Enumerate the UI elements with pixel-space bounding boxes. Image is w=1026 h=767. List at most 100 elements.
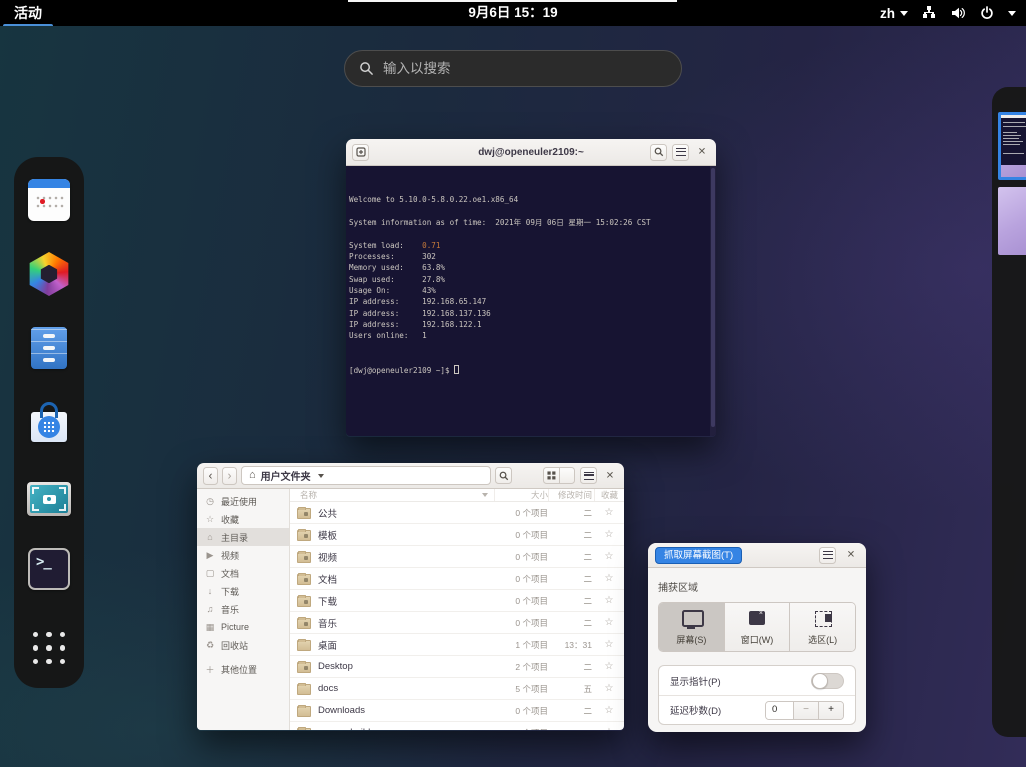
system-menu-chevron-icon[interactable] <box>1008 11 1016 16</box>
capture-mode-selection[interactable]: 选区(L) <box>790 603 855 651</box>
capture-mode-window[interactable]: 窗口(W) <box>725 603 791 651</box>
star-icon[interactable]: ☆ <box>594 617 624 628</box>
file-size: 0 个项目 <box>494 617 548 629</box>
dock-item-screenshot[interactable] <box>27 477 71 516</box>
sidebar-item-trash[interactable]: ♻回收站 <box>197 636 289 654</box>
delay-label: 延迟秒数(D) <box>670 703 721 717</box>
screenshot-close-button[interactable] <box>843 547 859 563</box>
dock-item-app-grid[interactable] <box>27 626 71 670</box>
take-screenshot-button[interactable]: 抓取屏幕截图(T) <box>655 547 742 564</box>
terminal-line: IP address: 192.168.137.136 <box>349 308 708 319</box>
file-row[interactable]: Desktop2 个项目二☆ <box>290 656 624 678</box>
sidebar-item-music[interactable]: ♫音乐 <box>197 600 289 618</box>
path-bar[interactable]: ⌂ 用户文件夹 <box>241 466 491 485</box>
sidebar-item-video[interactable]: ▶视频 <box>197 546 289 564</box>
capture-mode-screen[interactable]: 屏幕(S) <box>659 603 725 651</box>
activities-button[interactable]: 活动 <box>0 0 56 26</box>
terminal-line <box>349 183 708 194</box>
search-input[interactable] <box>383 61 667 76</box>
sidebar-item-home[interactable]: ⌂主目录 <box>197 528 289 546</box>
column-header-starred[interactable]: 收藏 <box>594 489 624 501</box>
document-icon: ▢ <box>205 568 215 579</box>
star-icon[interactable]: ☆ <box>594 573 624 584</box>
sidebar-item-other-locations[interactable]: ＋其他位置 <box>197 660 289 678</box>
language-indicator[interactable]: zh <box>880 6 908 21</box>
terminal-content[interactable]: Welcome to 5.10.0-5.8.0.22.oe1.x86_64 Sy… <box>346 166 716 436</box>
show-pointer-toggle[interactable] <box>811 673 844 689</box>
dock-item-software[interactable] <box>27 400 71 444</box>
file-row[interactable]: 视频0 个项目二☆ <box>290 546 624 568</box>
sidebar-item-photo[interactable]: ▦Picture <box>197 618 289 636</box>
terminal-window-preview[interactable]: dwj@openeuler2109:~ Welcome to 5.10.0-5.… <box>346 139 716 437</box>
terminal-close-button[interactable] <box>694 144 710 160</box>
file-row[interactable]: 音乐0 个项目二☆ <box>290 612 624 634</box>
sidebar-item-document[interactable]: ▢文档 <box>197 564 289 582</box>
files-close-button[interactable] <box>602 468 618 484</box>
star-icon[interactable]: ☆ <box>594 639 624 650</box>
terminal-scrollbar[interactable] <box>710 166 716 436</box>
file-size: 0 个项目 <box>494 529 548 541</box>
star-icon[interactable]: ☆ <box>594 551 624 562</box>
forward-button[interactable] <box>222 467 237 485</box>
file-row[interactable]: docs5 个项目五☆ <box>290 678 624 700</box>
terminal-line: Swap used: 27.8% <box>349 274 708 285</box>
photo-icon: ▦ <box>205 622 215 633</box>
terminal-menu-button[interactable] <box>672 144 689 161</box>
plus-icon: ＋ <box>205 663 215 676</box>
file-modified: 二 <box>548 529 594 541</box>
file-row[interactable]: Downloads0 个项目二☆ <box>290 700 624 722</box>
star-icon[interactable]: ☆ <box>594 507 624 518</box>
star-icon[interactable]: ☆ <box>594 595 624 606</box>
star-icon[interactable]: ☆ <box>594 683 624 694</box>
file-row[interactable]: 下载0 个项目二☆ <box>290 590 624 612</box>
sidebar-item-download[interactable]: ↓下载 <box>197 582 289 600</box>
delay-increment-button[interactable]: + <box>818 702 843 719</box>
file-row[interactable]: 文档0 个项目二☆ <box>290 568 624 590</box>
dock-item-files[interactable] <box>27 326 71 370</box>
terminal-search-button[interactable] <box>650 144 667 161</box>
files-search-button[interactable] <box>495 467 512 484</box>
sidebar-item-star[interactable]: ☆收藏 <box>197 510 289 528</box>
star-icon[interactable]: ☆ <box>594 661 624 672</box>
files-window-preview[interactable]: ⌂ 用户文件夹 ◷最近使用☆收藏⌂主目录▶视频▢文档↓下载♫音乐▦Pi <box>197 463 624 731</box>
view-toggle-button[interactable] <box>543 467 560 484</box>
column-header-name[interactable]: 名称 <box>300 489 494 501</box>
dock-item-calendar[interactable] <box>27 178 71 222</box>
screen-edge-highlight <box>348 0 677 2</box>
file-size: 1 个项目 <box>494 639 548 651</box>
dock-item-terminal[interactable]: >_ <box>27 547 71 591</box>
location-dropdown-icon[interactable] <box>318 474 324 478</box>
star-icon[interactable]: ☆ <box>594 727 624 730</box>
screenshot-menu-button[interactable] <box>819 547 836 564</box>
files-menu-button[interactable] <box>580 467 597 484</box>
folder-icon <box>297 618 311 629</box>
column-header-modified[interactable]: 修改时间 <box>548 489 594 501</box>
delay-value-field[interactable]: 0 <box>766 702 793 719</box>
power-icon[interactable] <box>979 5 995 21</box>
file-row[interactable]: 桌面1 个项目13：31☆ <box>290 634 624 656</box>
terminal-line: Users online: 1 <box>349 330 708 341</box>
view-options-dropdown[interactable] <box>560 467 575 484</box>
sort-indicator-icon <box>482 493 488 497</box>
dock-item-photos[interactable] <box>27 252 71 296</box>
back-button[interactable] <box>203 467 218 485</box>
file-row[interactable]: 公共0 个项目二☆ <box>290 502 624 524</box>
terminal-line: IP address: 192.168.122.1 <box>349 319 708 330</box>
file-row[interactable]: gnome-builder1 个项目二☆ <box>290 722 624 730</box>
file-row[interactable]: 模板0 个项目二☆ <box>290 524 624 546</box>
star-icon[interactable]: ☆ <box>594 529 624 540</box>
volume-icon[interactable] <box>950 5 966 21</box>
column-header-size[interactable]: 大小 <box>494 489 548 501</box>
sidebar-item-recent[interactable]: ◷最近使用 <box>197 492 289 510</box>
clock-button[interactable]: 9月6日 15：19 <box>468 0 557 26</box>
search-bar[interactable] <box>344 50 682 87</box>
screenshot-dialog[interactable]: 抓取屏幕截图(T) 捕获区域 屏幕(S)窗口(W)选区(L) 显示指针(P) 延… <box>648 543 866 732</box>
star-icon[interactable]: ☆ <box>594 705 624 716</box>
delay-decrement-button[interactable]: − <box>793 702 818 719</box>
workspace-thumbnail-2[interactable] <box>998 187 1026 255</box>
new-tab-button[interactable] <box>352 144 369 161</box>
show-pointer-row: 显示指针(P) <box>659 666 855 695</box>
workspace-thumbnail-1[interactable] <box>998 112 1026 180</box>
network-icon[interactable] <box>921 5 937 21</box>
sidebar-item-label: 最近使用 <box>221 495 257 508</box>
